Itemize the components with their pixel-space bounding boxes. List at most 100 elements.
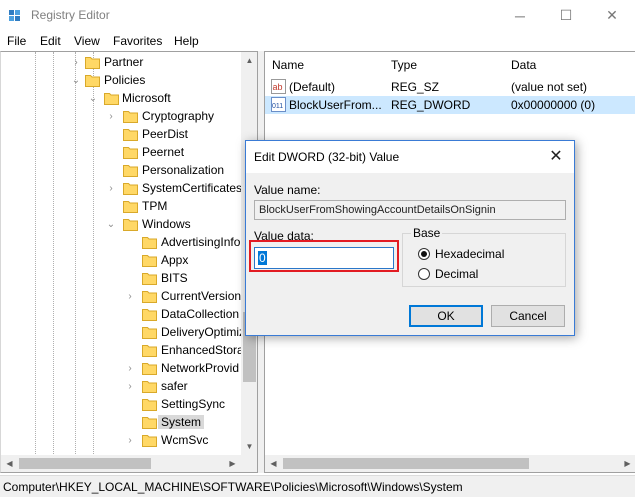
folder-icon xyxy=(142,272,157,285)
folder-icon xyxy=(123,146,138,159)
tree-item[interactable]: › WcmSvc xyxy=(1,432,241,450)
tree-item-label: SettingSync xyxy=(161,397,226,411)
window-title: Registry Editor xyxy=(31,8,110,22)
folder-icon xyxy=(123,218,138,231)
scroll-up-arrow-icon[interactable]: ▲ xyxy=(241,52,257,69)
tree-item[interactable]: ⌄ Microsoft xyxy=(1,90,241,108)
tree-item[interactable]: › Partner xyxy=(1,54,241,72)
folder-icon xyxy=(123,164,138,177)
hexadecimal-radio[interactable] xyxy=(418,248,430,260)
scroll-down-arrow-icon[interactable]: ▼ xyxy=(241,438,257,455)
title-bar: Registry Editor ─ ☐ ✕ xyxy=(0,0,635,31)
tree-item[interactable]: BITS xyxy=(1,270,241,288)
tree-item-label: EnhancedStora xyxy=(161,343,244,357)
list-horizontal-scrollbar[interactable]: ◀ ▶ xyxy=(265,455,635,472)
tree-item-label: WcmSvc xyxy=(161,433,209,447)
tree-horizontal-scrollbar[interactable]: ◀ ▶ xyxy=(1,455,241,472)
decimal-radio[interactable] xyxy=(418,268,430,280)
tree-item[interactable]: SettingSync xyxy=(1,396,241,414)
value-data-input[interactable]: 0 xyxy=(254,247,394,269)
key-path: Computer\HKEY_LOCAL_MACHINE\SOFTWARE\Pol… xyxy=(3,480,463,494)
tree-item[interactable]: ⌄ Windows xyxy=(1,216,241,234)
tree-item-label: TPM xyxy=(142,199,168,213)
folder-icon xyxy=(142,290,157,303)
tree-item[interactable]: DeliveryOptimiz xyxy=(1,324,245,342)
menu-favorites[interactable]: Favorites xyxy=(113,34,162,48)
menu-edit[interactable]: Edit xyxy=(40,34,61,48)
tree-item[interactable]: DataCollection xyxy=(1,306,241,324)
tree-item[interactable]: › SystemCertificates xyxy=(1,180,242,198)
folder-icon xyxy=(142,398,157,411)
folder-icon xyxy=(123,182,138,195)
folder-icon xyxy=(123,128,138,141)
tree-item[interactable]: Peernet xyxy=(1,144,241,162)
folder-icon xyxy=(142,236,157,249)
expand-chevron-icon[interactable]: › xyxy=(71,57,81,69)
folder-icon xyxy=(142,380,157,393)
collapse-chevron-icon[interactable]: ⌄ xyxy=(106,219,116,231)
scroll-right-arrow-icon[interactable]: ▶ xyxy=(224,455,241,472)
scroll-right-arrow-icon[interactable]: ▶ xyxy=(619,455,635,472)
tree-item-label: Windows xyxy=(142,217,191,231)
menu-file[interactable]: File xyxy=(7,34,26,48)
folder-icon xyxy=(142,308,157,321)
list-header: Name Type Data xyxy=(265,52,635,76)
folder-icon xyxy=(85,74,100,87)
folder-icon xyxy=(142,254,157,267)
hexadecimal-label[interactable]: Hexadecimal xyxy=(435,247,504,261)
svg-text:011: 011 xyxy=(272,103,283,110)
tree-item[interactable]: PeerDist xyxy=(1,126,241,144)
column-header-name[interactable]: Name xyxy=(272,58,304,72)
scroll-thumb[interactable] xyxy=(19,458,151,469)
expand-chevron-icon[interactable]: › xyxy=(125,381,135,393)
folder-icon xyxy=(142,344,157,357)
tree-item-label: Partner xyxy=(104,55,144,69)
edit-dword-dialog: Edit DWORD (32-bit) Value ✕ Value name: … xyxy=(245,140,575,336)
scroll-left-arrow-icon[interactable]: ◀ xyxy=(265,455,282,472)
value-data-text: 0 xyxy=(258,251,267,265)
folder-icon xyxy=(104,92,119,105)
dialog-close-icon[interactable]: ✕ xyxy=(546,147,566,167)
tree-item[interactable]: EnhancedStora xyxy=(1,342,244,360)
tree-item[interactable]: › Cryptography xyxy=(1,108,241,126)
close-button[interactable]: ✕ xyxy=(589,0,635,31)
folder-icon xyxy=(123,200,138,213)
maximize-button[interactable]: ☐ xyxy=(543,0,589,31)
expand-chevron-icon[interactable]: › xyxy=(106,111,116,123)
tree-item[interactable]: TPM xyxy=(1,198,241,216)
expand-chevron-icon[interactable]: › xyxy=(125,435,135,447)
expand-chevron-icon[interactable]: › xyxy=(125,291,135,303)
expand-chevron-icon[interactable]: › xyxy=(106,183,116,195)
minimize-button[interactable]: ─ xyxy=(497,0,543,31)
scroll-thumb[interactable] xyxy=(283,458,529,469)
collapse-chevron-icon[interactable]: ⌄ xyxy=(71,75,81,87)
cell-type: REG_SZ xyxy=(391,80,440,94)
key-tree[interactable]: › Partner ⌄ Policies ⌄ Microsoft › Cryptography… xyxy=(0,51,258,473)
tree-item[interactable]: Personalization xyxy=(1,162,241,180)
tree-item[interactable]: › CurrentVersion xyxy=(1,288,241,306)
tree-item[interactable]: Appx xyxy=(1,252,241,270)
table-row[interactable]: ab (Default) REG_SZ (value not set) xyxy=(265,78,635,96)
dialog-title-bar: Edit DWORD (32-bit) Value ✕ xyxy=(246,141,574,173)
tree-item[interactable]: ⌄ Policies xyxy=(1,72,241,90)
ok-button[interactable]: OK xyxy=(409,305,483,327)
expand-chevron-icon[interactable]: › xyxy=(125,363,135,375)
menu-help[interactable]: Help xyxy=(174,34,199,48)
menu-view[interactable]: View xyxy=(74,34,100,48)
table-row[interactable]: 011 BlockUserFrom... REG_DWORD 0x00000000 (… xyxy=(265,96,635,114)
tree-item[interactable]: AdvertisingInfo xyxy=(1,234,241,252)
column-header-data[interactable]: Data xyxy=(511,58,536,72)
cancel-button[interactable]: Cancel xyxy=(491,305,565,327)
binary-value-icon: 011 xyxy=(271,97,286,112)
decimal-label[interactable]: Decimal xyxy=(435,267,478,281)
scroll-left-arrow-icon[interactable]: ◀ xyxy=(1,455,18,472)
column-header-type[interactable]: Type xyxy=(391,58,417,72)
tree-item[interactable]: System xyxy=(1,414,241,432)
collapse-chevron-icon[interactable]: ⌄ xyxy=(88,93,98,105)
tree-item[interactable]: › safer xyxy=(1,378,241,396)
tree-item[interactable]: › NetworkProvid xyxy=(1,360,241,378)
